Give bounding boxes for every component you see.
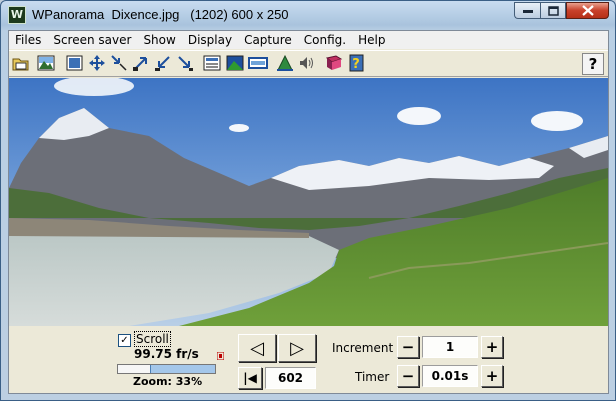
timer-field[interactable]: 0.01s xyxy=(422,365,478,387)
menu-screen-saver[interactable]: Screen saver xyxy=(47,31,137,49)
zoom-readout: Zoom: 33% xyxy=(133,375,203,388)
client-area: Files Screen saver Show Display Capture … xyxy=(8,30,609,394)
zoom-slider-fill xyxy=(150,365,215,373)
position-field[interactable]: 602 xyxy=(265,367,316,389)
minimize-icon xyxy=(522,9,533,13)
landscape-icon[interactable] xyxy=(225,53,245,73)
help-book-icon[interactable]: ? xyxy=(347,53,367,73)
resize-icon[interactable] xyxy=(87,53,107,73)
timer-label: Timer xyxy=(355,370,390,384)
chevron-left-icon: ◁ xyxy=(250,337,264,359)
increment-plus-button[interactable]: + xyxy=(481,336,503,358)
window-controls xyxy=(514,2,609,20)
frame-rate-readout: 99.75 fr/s xyxy=(134,347,199,361)
arrow-down-right-icon[interactable] xyxy=(175,53,195,73)
increment-field[interactable]: 1 xyxy=(422,336,478,358)
menu-capture[interactable]: Capture xyxy=(238,31,298,49)
panorama-icon[interactable] xyxy=(248,53,268,73)
zoom-slider[interactable] xyxy=(117,364,216,374)
plus-icon: + xyxy=(485,337,499,356)
close-button[interactable] xyxy=(566,2,609,19)
panorama-image[interactable] xyxy=(9,78,608,326)
scroll-label[interactable]: Scroll xyxy=(134,331,171,347)
expand-diagonal-icon[interactable] xyxy=(131,53,151,73)
increment-label: Increment xyxy=(332,341,394,355)
help-button[interactable]: ? xyxy=(582,53,604,75)
app-window: W WPanorama Dixence.jpg (1202) 600 x 250… xyxy=(0,0,616,401)
next-button[interactable]: ▷ xyxy=(278,334,316,362)
shrink-icon[interactable] xyxy=(109,53,129,73)
maximize-icon xyxy=(547,5,559,16)
minus-icon: − xyxy=(401,337,415,356)
chevron-right-icon: ▷ xyxy=(290,337,304,359)
svg-text:?: ? xyxy=(352,57,360,72)
maximize-button[interactable] xyxy=(540,2,566,19)
menu-display[interactable]: Display xyxy=(182,31,238,49)
previous-button[interactable]: ◁ xyxy=(238,334,276,362)
control-panel: ✓ Scroll 99.75 fr/s Zoom: 33% ◁ ▷ |◀ 602… xyxy=(9,327,608,393)
plus-icon: + xyxy=(485,366,499,385)
window-title: WPanorama Dixence.jpg (1202) 600 x 250 xyxy=(32,7,289,22)
menu-help[interactable]: Help xyxy=(352,31,391,49)
minus-icon: − xyxy=(401,366,415,385)
title-bar[interactable]: W WPanorama Dixence.jpg (1202) 600 x 250 xyxy=(1,1,615,29)
minimize-button[interactable] xyxy=(514,2,540,19)
menu-bar: Files Screen saver Show Display Capture … xyxy=(9,31,608,49)
app-icon[interactable]: W xyxy=(8,6,26,24)
open-file-icon[interactable] xyxy=(11,53,31,73)
picture-icon[interactable] xyxy=(36,53,56,73)
increment-minus-button[interactable]: − xyxy=(397,336,419,358)
skip-to-start-icon: |◀ xyxy=(243,371,257,385)
panorama-image-content xyxy=(9,78,608,326)
collapse-diagonal-icon[interactable] xyxy=(153,53,173,73)
menu-config[interactable]: Config. xyxy=(298,31,352,49)
speaker-icon[interactable] xyxy=(297,53,317,73)
close-icon xyxy=(581,5,594,16)
first-frame-button[interactable]: |◀ xyxy=(238,367,262,389)
menu-show[interactable]: Show xyxy=(137,31,181,49)
timer-plus-button[interactable]: + xyxy=(481,365,503,387)
image-frame-icon[interactable] xyxy=(202,53,222,73)
menu-files[interactable]: Files xyxy=(9,31,47,49)
speed-icon xyxy=(216,351,225,363)
timer-minus-button[interactable]: − xyxy=(397,365,419,387)
toolbar: ? ? xyxy=(9,50,608,77)
tent-icon[interactable] xyxy=(275,53,295,73)
fullscreen-icon[interactable] xyxy=(65,53,85,73)
book-icon[interactable] xyxy=(324,53,344,73)
scroll-checkbox[interactable]: ✓ xyxy=(118,334,131,347)
